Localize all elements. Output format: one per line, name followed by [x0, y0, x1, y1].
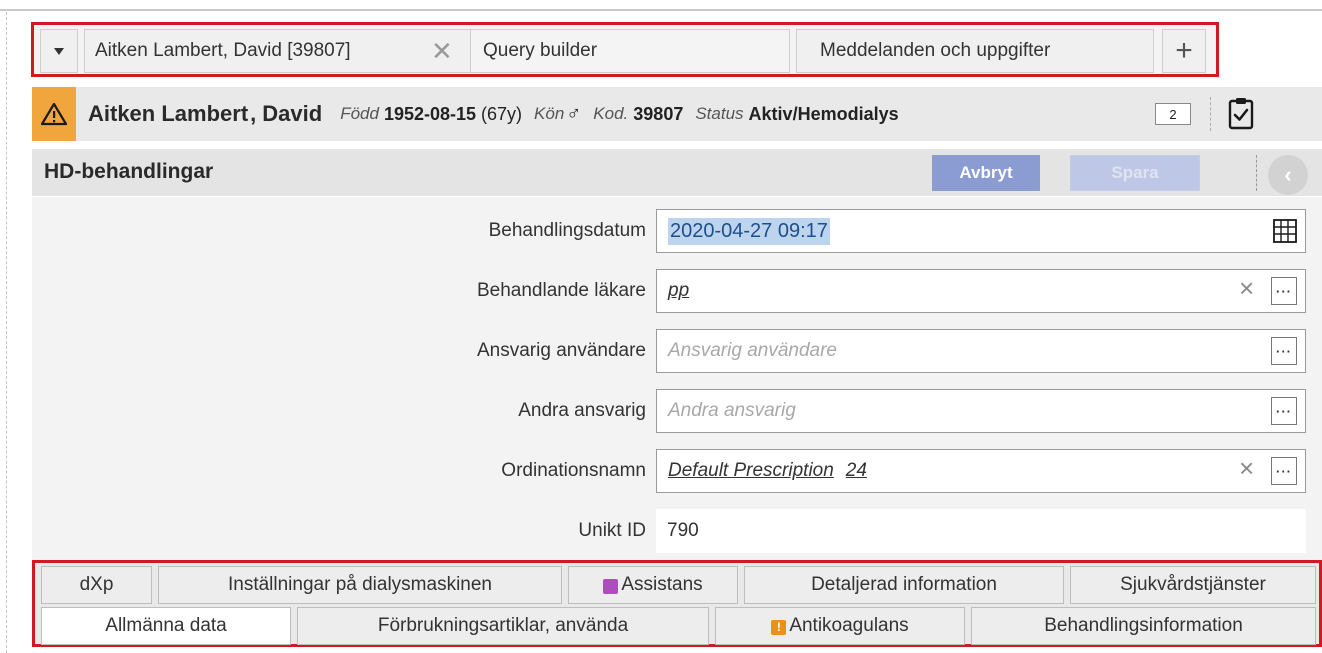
tab-dxp[interactable]: dXp: [41, 566, 152, 604]
tab-messages[interactable]: Meddelanden och uppgifter: [796, 29, 1154, 73]
header-separator: [1210, 97, 1211, 131]
top-divider: [0, 9, 1322, 11]
more-options-button[interactable]: ···: [1271, 397, 1297, 425]
row-responsible-user: Ansvarig användare Ansvarig användare ··…: [32, 323, 1322, 379]
tab-assistance[interactable]: Assistans: [568, 566, 738, 604]
male-icon: ♂: [566, 102, 582, 125]
cancel-button[interactable]: Avbryt: [932, 155, 1040, 191]
tab-treatment-info[interactable]: Behandlingsinformation: [971, 607, 1316, 645]
other-responsible-placeholder: Andra ansvarig: [668, 400, 796, 421]
treatment-date-input[interactable]: 2020-04-27 09:17: [656, 209, 1306, 253]
tab-consumables-label: Förbrukningsartiklar, använda: [377, 615, 629, 636]
prescription-label: Ordinationsnamn: [501, 460, 646, 481]
born-label: Född: [340, 104, 379, 123]
tab-patient-label: Aitken Lambert, David [39807]: [95, 40, 351, 61]
calendar-icon[interactable]: [1273, 219, 1297, 249]
tab-query-label: Query builder: [483, 40, 598, 61]
tab-anticoagulant-label: Antikoagulans: [789, 615, 909, 636]
row-prescription: Ordinationsnamn Default Prescription 24 …: [32, 443, 1322, 499]
clear-icon[interactable]: ×: [1239, 275, 1254, 301]
responsible-user-label: Ansvarig användare: [477, 340, 646, 361]
prescription-number[interactable]: 24: [846, 460, 867, 482]
plus-icon: +: [1175, 34, 1193, 67]
caret-down-icon: [54, 47, 64, 55]
section-separator: [1256, 155, 1257, 191]
add-tab-button[interactable]: +: [1162, 29, 1206, 73]
save-button[interactable]: Spara: [1070, 155, 1200, 191]
sex-label: Kön: [534, 104, 565, 123]
patient-age: (67y): [481, 103, 523, 124]
more-options-button[interactable]: ···: [1271, 337, 1297, 365]
tab-patient[interactable]: Aitken Lambert, David [39807] ✕: [84, 29, 496, 73]
tab-dialysis-settings[interactable]: Inställningar på dialysmaskinen: [158, 566, 562, 604]
row-treating-doctor: Behandlande läkare pp × ···: [32, 263, 1322, 319]
exclamation-icon: !: [771, 619, 787, 635]
treatment-date-label: Behandlingsdatum: [488, 220, 646, 241]
open-tabs-bar: Aitken Lambert, David [39807] ✕ Query bu…: [31, 22, 1219, 77]
clipboard-check-icon[interactable]: [1228, 96, 1254, 136]
tab-dxp-label: dXp: [79, 574, 114, 595]
treatment-form: Behandlingsdatum 2020-04-27 09:17 Behand…: [32, 197, 1322, 560]
other-responsible-label: Andra ansvarig: [518, 400, 646, 421]
responsible-user-placeholder: Ansvarig användare: [668, 340, 837, 361]
back-arrow-icon[interactable]: ‹: [1268, 155, 1308, 195]
warning-icon[interactable]: [32, 87, 76, 141]
section-header: HD-behandlingar Avbryt Spara ‹: [32, 149, 1322, 196]
responsible-user-field[interactable]: Ansvarig användare ···: [656, 329, 1306, 373]
more-options-button[interactable]: ···: [1271, 277, 1297, 305]
treating-doctor-field[interactable]: pp × ···: [656, 269, 1306, 313]
other-responsible-field[interactable]: Andra ansvarig ···: [656, 389, 1306, 433]
patient-header: Aitken Lambert, David Född 1952-08-15 (67…: [32, 87, 1322, 141]
treatment-date-value: 2020-04-27 09:17: [668, 217, 830, 245]
more-options-button[interactable]: ···: [1271, 457, 1297, 485]
unique-id-value: 790: [656, 509, 1306, 553]
row-unique-id: Unikt ID 790: [32, 503, 1322, 559]
born-date: 1952-08-15: [383, 103, 477, 124]
tab-messages-label: Meddelanden och uppgifter: [820, 40, 1051, 61]
row-other-responsible: Andra ansvarig Andra ansvarig ···: [32, 383, 1322, 439]
tab-healthcare-services-label: Sjukvårdstjänster: [1120, 574, 1266, 595]
tab-detailed-info-label: Detaljerad information: [811, 574, 997, 595]
treating-doctor-value[interactable]: pp: [668, 280, 689, 302]
status-label: Status: [695, 104, 744, 123]
left-dotted-guide: [6, 12, 7, 653]
tab-assistance-label: Assistans: [621, 574, 703, 595]
prescription-field[interactable]: Default Prescription 24 × ···: [656, 449, 1306, 493]
tab-detailed-info[interactable]: Detaljerad information: [744, 566, 1064, 604]
tab-general-data-label: Allmänna data: [105, 615, 227, 636]
tabs-dropdown-button[interactable]: [40, 29, 78, 73]
notification-count-badge[interactable]: 2: [1155, 103, 1191, 125]
patient-code: 39807: [633, 103, 684, 124]
patient-name: Aitken Lambert, David: [88, 101, 323, 126]
tab-general-data[interactable]: Allmänna data: [41, 607, 291, 645]
page-title: HD-behandlingar: [44, 160, 214, 183]
tab-anticoagulant[interactable]: ! Antikoagulans: [715, 607, 965, 645]
tab-healthcare-services[interactable]: Sjukvårdstjänster: [1070, 566, 1316, 604]
assistance-icon: [603, 578, 619, 594]
detail-tabs: dXp Inställningar på dialysmaskinen Assi…: [32, 560, 1322, 647]
treating-doctor-label: Behandlande läkare: [476, 280, 646, 301]
tab-treatment-info-label: Behandlingsinformation: [1044, 615, 1243, 636]
unique-id-label: Unikt ID: [578, 520, 646, 541]
clear-icon[interactable]: ×: [1239, 455, 1254, 481]
prescription-value[interactable]: Default Prescription: [668, 460, 834, 482]
row-treatment-date: Behandlingsdatum 2020-04-27 09:17: [32, 203, 1322, 259]
close-icon[interactable]: ✕: [431, 38, 453, 64]
tab-query-builder[interactable]: Query builder: [470, 29, 790, 73]
tab-dialysis-settings-label: Inställningar på dialysmaskinen: [227, 574, 493, 595]
code-label: Kod.: [593, 104, 629, 123]
patient-status: Aktiv/Hemodialys: [748, 103, 899, 124]
tab-consumables[interactable]: Förbrukningsartiklar, använda: [297, 607, 709, 645]
